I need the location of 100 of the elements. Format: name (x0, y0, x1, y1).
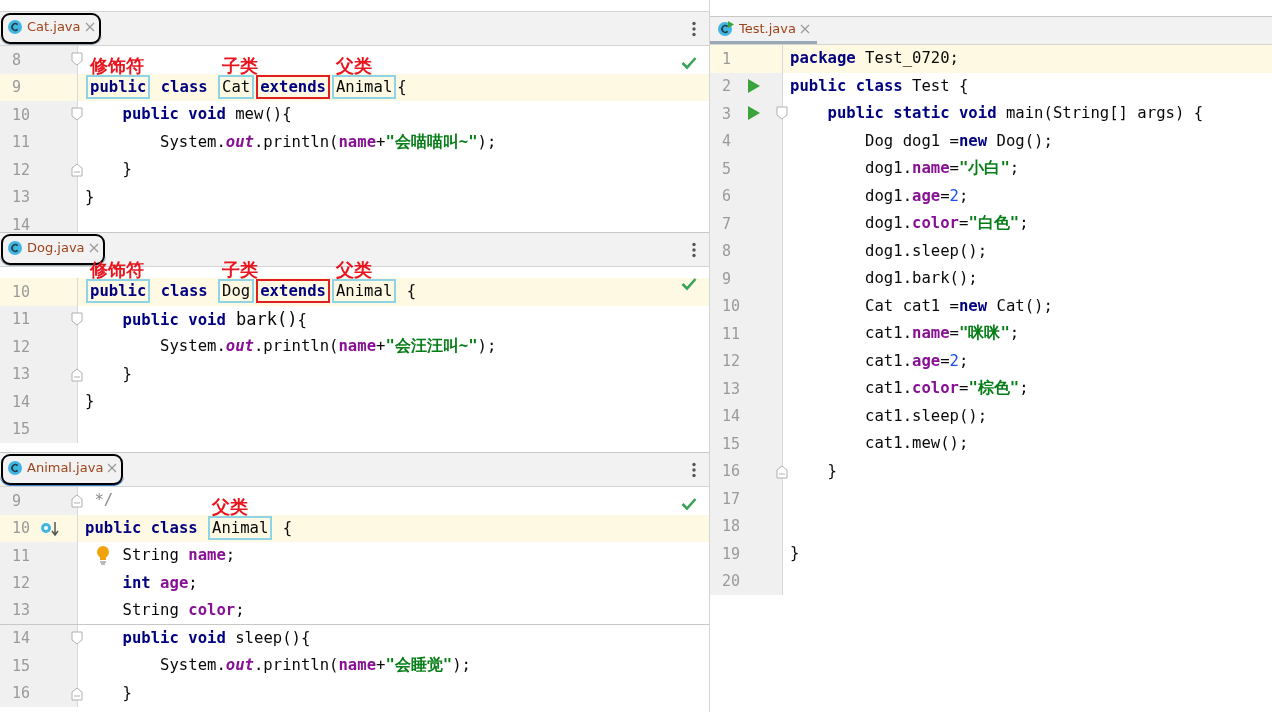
code-line: dog1.bark(); (865, 268, 978, 290)
line-number: 14 (11, 628, 31, 649)
fold-icon[interactable] (71, 494, 83, 508)
line-number: 4 (721, 131, 732, 152)
code-line: cat1.color="棕色"; (865, 378, 1029, 400)
more-icon[interactable] (691, 461, 697, 478)
line-number: 12 (11, 336, 31, 358)
line-number: 9 (11, 77, 22, 98)
line-number: 18 (721, 516, 741, 537)
code-line: cat1.age=2; (865, 350, 969, 372)
fold-icon[interactable] (776, 464, 788, 479)
run-icon[interactable] (747, 77, 761, 94)
annotation-label: 父类 (335, 261, 372, 279)
line-number: 11 (11, 545, 31, 567)
code-line: } (122, 159, 132, 181)
fold-icon[interactable] (71, 311, 83, 326)
line-number: 12 (721, 351, 741, 372)
code-line: String name; (122, 545, 236, 567)
code-line: public static void main(String[] args) { (827, 103, 1204, 125)
check-icon[interactable] (681, 56, 697, 70)
code-line: Cat cat1 =new Cat(); (865, 295, 1053, 317)
run-icon[interactable] (747, 105, 761, 121)
check-icon[interactable] (681, 277, 697, 291)
code-line: cat1.name="咪咪"; (865, 323, 1020, 345)
line-number: 8 (11, 49, 22, 71)
fold-icon[interactable] (776, 106, 788, 120)
line-number: 14 (11, 214, 31, 232)
code-line: cat1.mew(); (865, 433, 969, 455)
line-number: 5 (721, 158, 732, 180)
line-number: 15 (11, 655, 31, 677)
line-number: 10 (11, 518, 31, 539)
line-number: 10 (11, 281, 31, 303)
code-line: System.out.println(name+"会喵喵叫~"); (160, 131, 497, 153)
code-line: dog1.name="小白"; (865, 158, 1020, 180)
fold-icon[interactable] (71, 630, 83, 645)
code-line: */ (94, 490, 114, 512)
line-number: 11 (721, 323, 741, 345)
line-number: 16 (11, 683, 31, 704)
line-number: 17 (721, 488, 741, 510)
code-line: String color; (122, 599, 245, 621)
code-line: public class Cat extends Animal { (85, 75, 407, 99)
code-line: dog1.sleep(); (865, 240, 988, 262)
more-icon[interactable] (691, 20, 697, 37)
class-icon (7, 18, 23, 36)
fold-icon[interactable] (71, 52, 83, 66)
line-number: 10 (721, 296, 741, 317)
line-number: 10 (11, 104, 31, 126)
bulb-icon[interactable] (96, 545, 110, 565)
line-number: 11 (11, 309, 31, 330)
line-number: 3 (721, 103, 732, 125)
line-number: 6 (721, 186, 732, 207)
code-line: } (85, 391, 95, 413)
line-number: 8 (721, 241, 732, 262)
line-number: 15 (11, 419, 31, 440)
fold-icon[interactable] (71, 107, 83, 121)
code-line: } (122, 363, 132, 385)
line-number: 16 (721, 461, 741, 482)
fold-icon[interactable] (71, 163, 83, 177)
annotation-label: 父类 (335, 56, 372, 75)
line-number: 20 (721, 571, 741, 592)
line-number: 13 (11, 600, 31, 621)
code-line: } (85, 186, 95, 208)
close-icon[interactable] (84, 22, 95, 32)
annotation-label: 修饰符 (90, 56, 144, 75)
more-icon[interactable] (691, 241, 697, 258)
class-icon (717, 20, 735, 38)
class-icon (7, 239, 23, 257)
line-number: 15 (721, 433, 741, 455)
file-tab[interactable]: Cat.java (0, 12, 102, 45)
line-number: 13 (721, 378, 741, 400)
file-tab[interactable]: Animal.java (0, 453, 125, 486)
code-line: int age; (122, 572, 198, 594)
line-number: 14 (11, 391, 31, 413)
code-line: } (122, 682, 132, 704)
code-line: dog1.age=2; (865, 185, 969, 207)
annotation-label: 父类 (212, 497, 249, 516)
fold-icon[interactable] (71, 686, 83, 701)
close-icon[interactable] (107, 463, 118, 473)
fold-icon[interactable] (71, 367, 83, 382)
code-line: dog1.color="白色"; (865, 213, 1029, 235)
line-number: 11 (11, 132, 31, 153)
code-line: package Test_0720; (790, 48, 959, 70)
line-number: 12 (11, 573, 31, 594)
code-line: } (790, 543, 800, 565)
line-number: 2 (721, 76, 732, 97)
line-number: 9 (11, 490, 22, 512)
code-line: public class Animal { (85, 516, 293, 540)
line-number: 13 (11, 364, 31, 385)
code-line: Dog dog1 =new Dog(); (865, 130, 1053, 152)
line-number: 1 (721, 48, 732, 70)
code-line: System.out.println(name+"会睡觉"); (160, 655, 471, 677)
line-number: 13 (11, 187, 31, 208)
implemented-icon[interactable] (40, 519, 60, 538)
check-icon[interactable] (681, 497, 697, 511)
line-number: 9 (721, 268, 732, 290)
line-number: 14 (721, 406, 741, 427)
class-icon (7, 459, 23, 477)
close-icon[interactable] (88, 243, 99, 253)
code-line: public void mew(){ (122, 104, 292, 126)
close-icon[interactable] (800, 24, 810, 34)
